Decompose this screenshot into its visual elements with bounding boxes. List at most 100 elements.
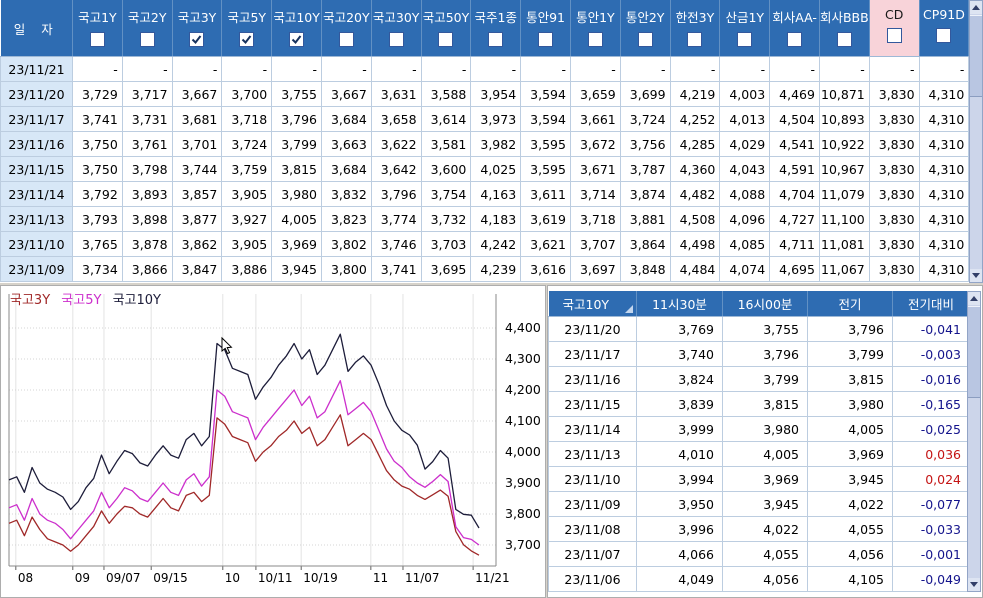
scroll-down-button[interactable] <box>968 578 980 591</box>
series-checkbox-국고3Y[interactable] <box>189 32 204 47</box>
yield-cell[interactable]: 3,830 <box>869 207 919 232</box>
series-checkbox-국고10Y[interactable] <box>289 32 304 47</box>
column-header-prev[interactable]: 전기 <box>808 291 893 317</box>
yield-cell[interactable]: 3,945 <box>272 257 322 282</box>
yield-cell[interactable]: 3,830 <box>869 82 919 107</box>
series-checkbox-국고50Y[interactable] <box>438 32 453 47</box>
column-header-통안91[interactable]: 통안91 <box>521 0 571 57</box>
yield-cell[interactable]: 3,755 <box>272 82 322 107</box>
prev-value-cell[interactable]: 3,980 <box>808 392 893 417</box>
yield-cell[interactable]: - <box>172 57 222 82</box>
yield-cell[interactable]: 3,927 <box>222 207 272 232</box>
change-cell[interactable]: -0,003 <box>893 342 970 367</box>
yield-cell[interactable]: 3,973 <box>471 107 521 132</box>
yield-cell[interactable]: 3,787 <box>620 157 670 182</box>
yield-cell[interactable]: 3,594 <box>521 82 571 107</box>
change-cell[interactable]: 0,024 <box>893 467 970 492</box>
yield-cell[interactable]: 4,310 <box>919 132 969 157</box>
date-cell[interactable]: 23/11/08 <box>549 517 637 542</box>
scrollbar-thumb[interactable] <box>968 306 980 398</box>
yield-cell[interactable]: 4,504 <box>770 107 820 132</box>
yield-cell[interactable]: 3,761 <box>122 132 172 157</box>
column-header-산금1Y[interactable]: 산금1Y <box>720 0 770 57</box>
yield-cell[interactable]: 3,874 <box>620 182 670 207</box>
scrollbar-thumb[interactable] <box>970 15 982 97</box>
yield-cell[interactable]: 4,727 <box>770 207 820 232</box>
yield-cell[interactable]: 3,595 <box>521 157 571 182</box>
yield-cell[interactable]: 3,905 <box>222 182 272 207</box>
yield-cell[interactable]: 10,893 <box>819 107 869 132</box>
yield-cell[interactable]: 3,830 <box>869 182 919 207</box>
yield-cell[interactable]: 4,310 <box>919 257 969 282</box>
value-1600-cell[interactable]: 3,799 <box>723 367 808 392</box>
value-1600-cell[interactable]: 4,022 <box>723 517 808 542</box>
prev-value-cell[interactable]: 3,799 <box>808 342 893 367</box>
column-header-회사BBB-[interactable]: 회사BBB- <box>819 0 869 57</box>
date-cell[interactable]: 23/11/17 <box>1 107 73 132</box>
date-cell[interactable]: 23/11/20 <box>1 82 73 107</box>
yield-cell[interactable]: 3,866 <box>122 257 172 282</box>
yield-cell[interactable]: 3,684 <box>321 157 371 182</box>
yield-cell[interactable]: 3,684 <box>321 107 371 132</box>
date-cell[interactable]: 23/11/09 <box>1 257 73 282</box>
value-1130-cell[interactable]: 3,994 <box>637 467 723 492</box>
yield-cell[interactable]: 3,792 <box>73 182 123 207</box>
date-cell[interactable]: 23/11/13 <box>1 207 73 232</box>
yield-cell[interactable]: 3,832 <box>321 182 371 207</box>
yield-cell[interactable]: 3,793 <box>73 207 123 232</box>
yield-cell[interactable]: 3,905 <box>222 232 272 257</box>
value-1600-cell[interactable]: 3,815 <box>723 392 808 417</box>
column-header-change[interactable]: 전기대비 <box>893 291 970 317</box>
change-cell[interactable]: -0,049 <box>893 567 970 592</box>
change-cell[interactable]: -0,165 <box>893 392 970 417</box>
prev-value-cell[interactable]: 4,105 <box>808 567 893 592</box>
value-1600-cell[interactable]: 4,056 <box>723 567 808 592</box>
yield-cell[interactable]: 3,862 <box>172 232 222 257</box>
value-1130-cell[interactable]: 3,996 <box>637 517 723 542</box>
yield-cell[interactable]: 3,695 <box>421 257 471 282</box>
yield-cell[interactable]: 3,765 <box>73 232 123 257</box>
value-1600-cell[interactable]: 3,755 <box>723 317 808 342</box>
yield-cell[interactable]: 3,800 <box>321 257 371 282</box>
yield-cell[interactable]: - <box>869 57 919 82</box>
yield-cell[interactable]: 3,982 <box>471 132 521 157</box>
yield-cell[interactable]: 4,219 <box>670 82 720 107</box>
yield-cell[interactable]: 3,830 <box>869 107 919 132</box>
series-checkbox-국고2Y[interactable] <box>140 32 155 47</box>
yield-cell[interactable]: 3,759 <box>222 157 272 182</box>
yield-cell[interactable]: 4,242 <box>471 232 521 257</box>
yield-cell[interactable]: 4,085 <box>720 232 770 257</box>
yield-cell[interactable]: 3,857 <box>172 182 222 207</box>
yield-cell[interactable]: - <box>720 57 770 82</box>
value-1130-cell[interactable]: 4,066 <box>637 542 723 567</box>
column-header-1130[interactable]: 11시30분 <box>637 291 723 317</box>
series-checkbox-국고5Y[interactable] <box>239 32 254 47</box>
yield-cell[interactable]: 11,081 <box>819 232 869 257</box>
value-1130-cell[interactable]: 3,769 <box>637 317 723 342</box>
yield-cell[interactable]: 4,360 <box>670 157 720 182</box>
value-1600-cell[interactable]: 3,796 <box>723 342 808 367</box>
column-header-회사AA-[interactable]: 회사AA- <box>770 0 820 57</box>
yield-cell[interactable]: 3,718 <box>222 107 272 132</box>
scroll-down-button[interactable] <box>970 269 982 282</box>
yield-cell[interactable]: 4,310 <box>919 182 969 207</box>
yield-cell[interactable]: 3,830 <box>869 157 919 182</box>
yield-cell[interactable]: 3,619 <box>521 207 571 232</box>
yield-cell[interactable]: 10,967 <box>819 157 869 182</box>
prev-value-cell[interactable]: 4,005 <box>808 417 893 442</box>
series-checkbox-산금1Y[interactable] <box>737 32 752 47</box>
date-cell[interactable]: 23/11/13 <box>549 442 637 467</box>
series-checkbox-CD[interactable] <box>887 28 902 43</box>
yield-cell[interactable]: 4,285 <box>670 132 720 157</box>
yield-cell[interactable]: - <box>570 57 620 82</box>
yield-cell[interactable]: 3,741 <box>371 257 421 282</box>
yield-cell[interactable]: 3,848 <box>620 257 670 282</box>
yield-cell[interactable]: 3,622 <box>371 132 421 157</box>
yield-cell[interactable]: 3,724 <box>620 107 670 132</box>
yield-cell[interactable]: 3,621 <box>521 232 571 257</box>
yield-cell[interactable]: 3,881 <box>620 207 670 232</box>
column-header-국고20Y[interactable]: 국고20Y <box>321 0 371 57</box>
date-column-header[interactable]: 일 자 <box>1 0 73 57</box>
date-cell[interactable]: 23/11/10 <box>1 232 73 257</box>
date-cell[interactable]: 23/11/09 <box>549 492 637 517</box>
